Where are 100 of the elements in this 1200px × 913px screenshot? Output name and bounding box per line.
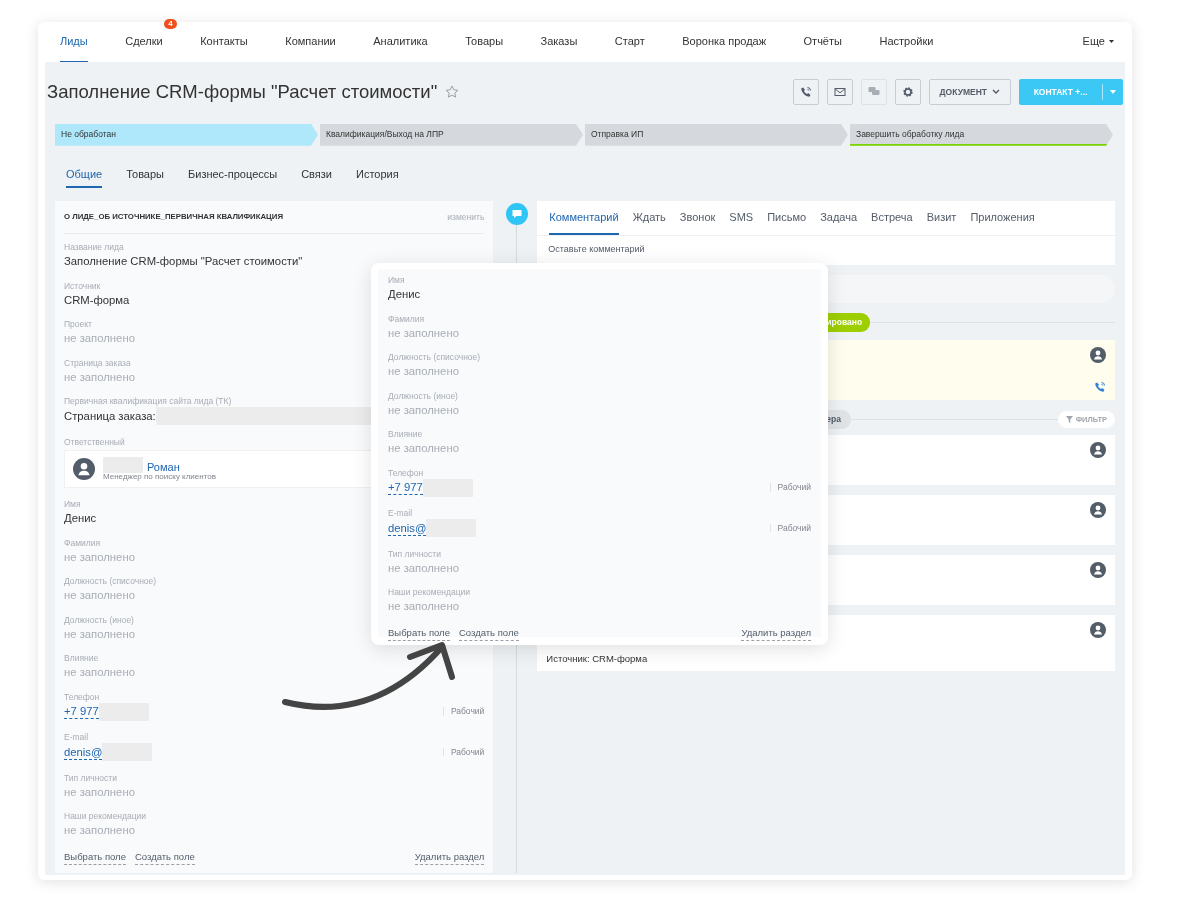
activity-tab[interactable]: SMS — [729, 201, 754, 235]
field-label: Наши рекомендации — [388, 587, 471, 598]
field-value: не заполнено — [64, 784, 135, 800]
field-value: Страница заказа: — [64, 409, 156, 424]
more-menu[interactable]: Еще — [1082, 21, 1114, 63]
nav-tab[interactable]: Товары — [465, 21, 504, 63]
tab[interactable]: Общие — [66, 165, 103, 189]
filter-icon — [1065, 415, 1073, 423]
activity-tab[interactable]: Ждать — [632, 201, 666, 235]
activity-tab[interactable]: Задача — [820, 201, 858, 235]
stage-step[interactable]: Квалификация/Выход на ЛПР — [320, 123, 583, 146]
field-label: Должность (списочное) — [388, 352, 481, 363]
field-link[interactable]: Создать поле — [134, 849, 195, 865]
field-label: Фамилия — [388, 313, 425, 325]
redaction-block — [422, 478, 473, 497]
field-value: не заполнено — [388, 402, 459, 418]
nav-tab[interactable]: Компании — [285, 21, 336, 63]
phone-icon — [799, 85, 812, 98]
field-value: Заполнение CRM-формы "Расчет стоимости" — [64, 254, 303, 269]
user-icon — [1090, 347, 1106, 363]
stage-step[interactable]: Не обработан — [55, 123, 318, 146]
field-value: не заполнено — [64, 823, 135, 838]
tab[interactable]: Бизнес-процессы — [188, 165, 278, 189]
field-label: Влияние — [64, 653, 99, 664]
mail-icon — [833, 86, 846, 97]
user-icon — [1090, 621, 1106, 638]
contact-type: Рабочий — [769, 523, 811, 533]
field-label: Должность (иное) — [388, 390, 458, 402]
caret-icon — [1109, 40, 1114, 43]
contact-link[interactable]: +7 977 — [388, 480, 423, 495]
field-value: Денис — [64, 511, 97, 526]
field-label: E-mail — [64, 732, 89, 743]
user-icon — [1090, 561, 1106, 578]
redaction-block — [426, 519, 477, 537]
icon-button[interactable] — [826, 78, 853, 105]
field-label: Имя — [64, 499, 81, 510]
caret-icon — [1110, 89, 1116, 94]
activity-tab[interactable]: Визит — [926, 201, 957, 235]
nav-tab[interactable]: Отчёты — [803, 21, 842, 63]
activity-tab[interactable]: Приложения — [970, 201, 1035, 235]
stage-step[interactable]: Отправка ИП — [585, 123, 848, 146]
field-value: не заполнено — [388, 325, 459, 341]
nav-tab[interactable]: Настройки — [879, 21, 934, 63]
phone-icon — [1094, 381, 1106, 393]
tab[interactable]: Связи — [301, 165, 332, 189]
field-label: Название лида — [64, 242, 124, 253]
field-label: Тип личности — [64, 772, 117, 784]
field-value: не заполнено — [64, 626, 135, 642]
field-value: не заполнено — [388, 441, 459, 456]
nav-tab[interactable]: Заказы — [540, 21, 578, 63]
comment-icon — [506, 203, 529, 226]
icon-button[interactable] — [894, 78, 921, 105]
nav-tab[interactable]: Контакты — [200, 21, 248, 63]
redaction-block — [102, 743, 153, 761]
tab[interactable]: Товары — [126, 165, 164, 189]
icon-button[interactable] — [792, 78, 819, 105]
contact-type: Рабочий — [769, 483, 811, 492]
field-value: не заполнено — [64, 331, 135, 346]
delete-link[interactable]: Удалить раздел — [414, 849, 485, 865]
activity-tab[interactable]: Встреча — [871, 201, 913, 235]
field-link[interactable]: Выбрать поле — [64, 849, 126, 865]
field-value: не заполнено — [64, 665, 135, 680]
field-value: не заполнено — [388, 599, 459, 614]
tab[interactable]: История — [356, 165, 399, 189]
field-label: Должность (иное) — [64, 614, 134, 626]
field-link[interactable]: Выбрать поле — [388, 625, 450, 641]
stage-step[interactable]: Завершить обработку лида — [850, 123, 1113, 146]
redaction-block — [98, 702, 149, 721]
page-title: Заполнение CRM-формы "Расчет стоимости" — [47, 80, 438, 104]
caret-icon — [992, 88, 1000, 95]
field-link[interactable]: Создать поле — [458, 625, 519, 641]
field-label: Проект — [64, 319, 92, 330]
field-label: Наши рекомендации — [64, 811, 147, 822]
field-value: не заполнено — [64, 369, 135, 385]
user-icon — [1090, 501, 1106, 518]
nav-tab[interactable]: Старт — [614, 21, 645, 63]
field-label: Первичная квалификация сайта лида (ТК) — [64, 396, 232, 407]
comment-field[interactable]: Оставьте комментарий — [537, 234, 1115, 266]
field-label: Страница заказа — [64, 357, 131, 369]
field-value: не заполнено — [64, 549, 135, 565]
nav-tab[interactable]: Воронка продаж — [682, 21, 767, 63]
field-value: Денис — [388, 287, 421, 302]
contact-type: Рабочий — [442, 747, 485, 757]
delete-link[interactable]: Удалить раздел — [741, 625, 811, 641]
document-button[interactable]: ДОКУМЕНТ — [928, 78, 1011, 105]
activity-tab[interactable]: Звонок — [679, 201, 716, 235]
avatar-icon — [73, 457, 95, 480]
field-label: Источник — [64, 280, 101, 292]
field-label: Тип личности — [388, 548, 441, 560]
contact-link[interactable]: +7 977 — [64, 704, 99, 719]
person-link[interactable]: Роман — [147, 461, 180, 473]
nav-tab[interactable]: Аналитика — [373, 21, 428, 63]
star-icon[interactable] — [445, 84, 460, 99]
user-icon — [1090, 441, 1106, 458]
field-value: CRM-форма — [64, 292, 130, 308]
field-value: не заполнено — [388, 560, 459, 576]
field-value: не заполнено — [388, 364, 459, 379]
activity-tab[interactable]: Письмо — [767, 201, 807, 235]
field-label: Телефон — [388, 467, 424, 479]
chat-icon — [867, 86, 880, 98]
